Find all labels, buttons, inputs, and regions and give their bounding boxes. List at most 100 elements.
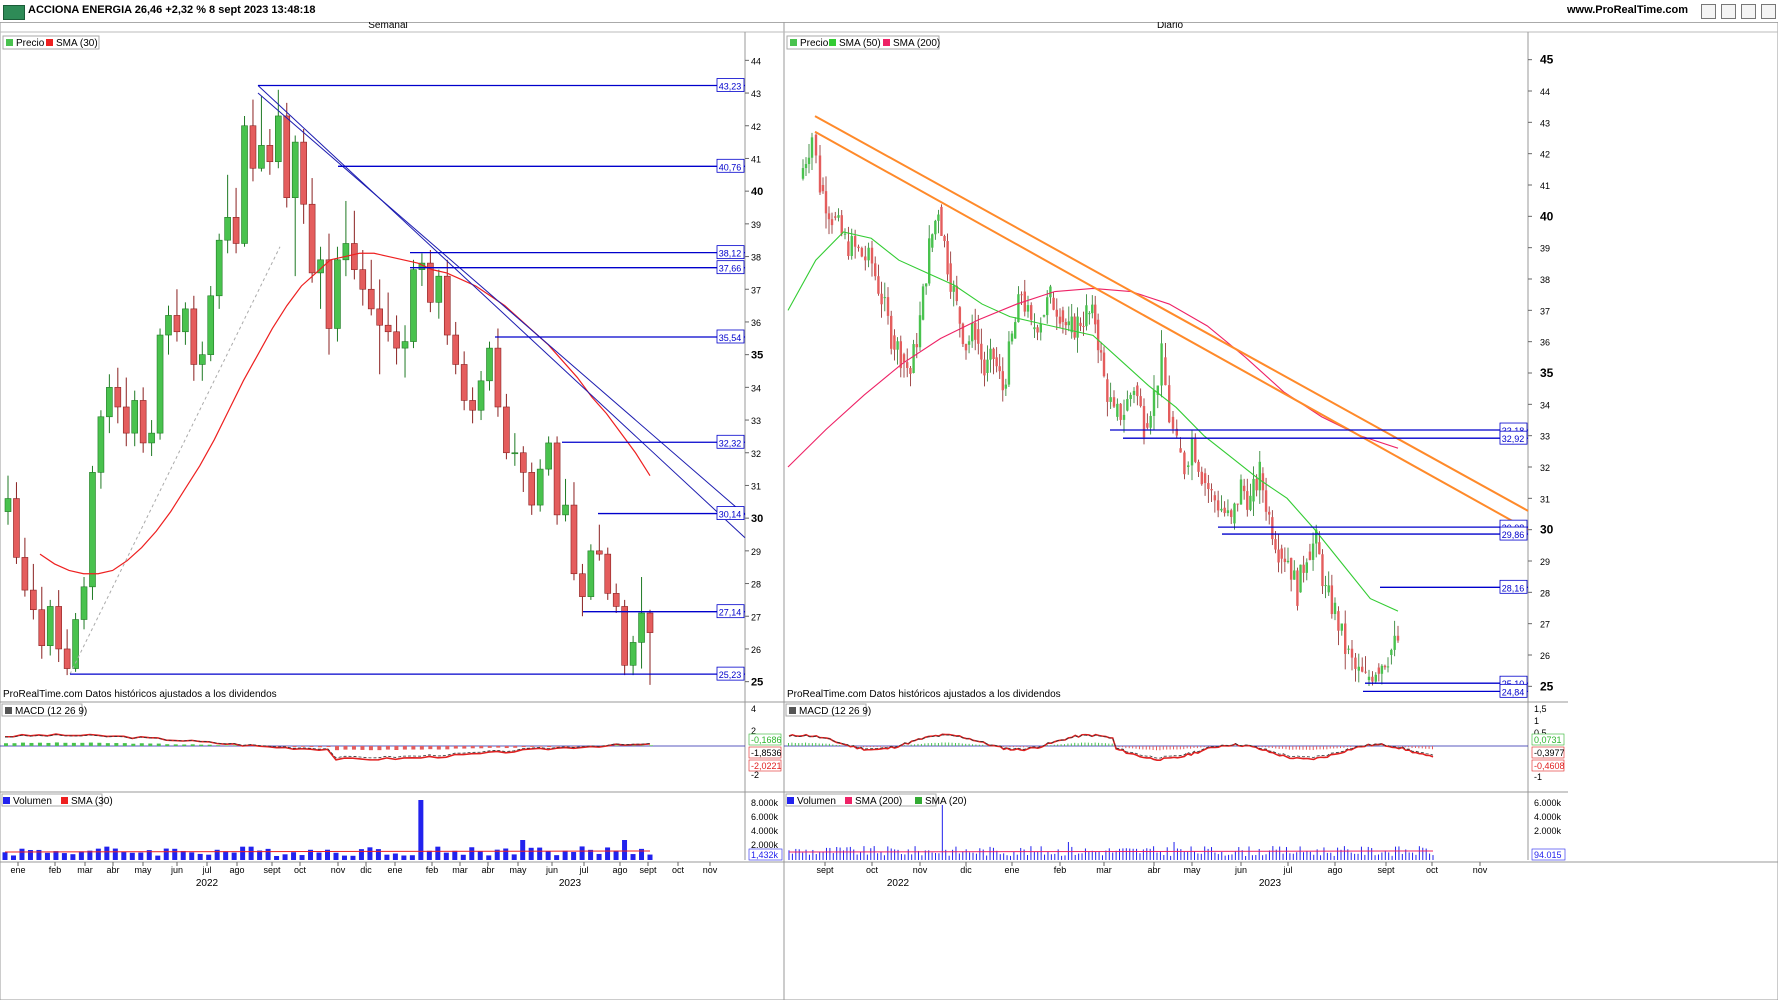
macd-histogram-bar — [1326, 746, 1328, 750]
macd-histogram-bar — [1132, 746, 1134, 749]
macd-histogram-bar — [1329, 746, 1331, 749]
right-y-tick-label: 34 — [1540, 400, 1550, 410]
daily-candle-body — [1020, 294, 1023, 296]
volume-bar — [1255, 854, 1257, 860]
macd-histogram-bar — [1322, 746, 1324, 750]
volume-bar — [223, 851, 229, 860]
volume-bar — [554, 855, 560, 860]
volume-bar — [911, 854, 913, 860]
macd-histogram-bar — [893, 746, 895, 747]
daily-candle-body — [1061, 310, 1065, 323]
daily-candle-body — [1252, 478, 1255, 502]
macd-histogram-bar — [309, 746, 314, 747]
daily-candle-body — [1116, 403, 1119, 417]
macd-histogram-bar — [808, 743, 810, 746]
candle-body — [604, 553, 612, 594]
daily-candle-body — [818, 155, 822, 193]
left-y-tick-label: 35 — [751, 350, 763, 362]
minimize-icon[interactable] — [1701, 4, 1716, 19]
daily-candle-body — [1286, 560, 1290, 563]
daily-candle-body — [992, 348, 995, 360]
left-month-label: sept — [263, 865, 281, 875]
macd-histogram-bar — [326, 746, 331, 748]
candle-body — [367, 288, 375, 310]
volume-bar — [1193, 851, 1195, 860]
daily-candle-body — [1119, 403, 1122, 420]
daily-candle-body — [958, 307, 962, 324]
candle-body — [21, 557, 29, 591]
volume-value-label: 94.015 — [1534, 850, 1562, 860]
price-level-label: 37,66 — [719, 264, 742, 274]
precio-legend-icon — [6, 39, 13, 46]
volume-bar — [1122, 848, 1124, 860]
macd-histogram-bar — [1118, 746, 1120, 748]
volume-bar — [975, 853, 977, 860]
daily-candle-body — [1183, 452, 1186, 475]
volume-bar — [1228, 854, 1230, 860]
volume-legend-item: Volumen — [797, 796, 836, 807]
daily-candle-body — [1374, 674, 1377, 682]
candle-body — [46, 606, 54, 646]
macd-histogram-bar — [649, 745, 653, 746]
macd-histogram-bar — [292, 746, 297, 747]
macd-histogram-bar — [1193, 746, 1195, 748]
macd-histogram-bar — [479, 746, 484, 749]
macd-histogram-bar — [832, 744, 834, 746]
daily-candle-body — [890, 315, 893, 349]
volume-bar — [1231, 854, 1233, 860]
macd-histogram-bar — [1397, 746, 1399, 747]
volume-bar — [1081, 853, 1083, 860]
restore-icon[interactable] — [1741, 4, 1756, 19]
volume-bar — [979, 848, 981, 860]
macd-histogram-bar — [941, 742, 943, 746]
volume-bar — [1095, 851, 1097, 860]
macd-tick-label: -1 — [1534, 772, 1542, 782]
daily-candle-body — [1132, 390, 1136, 395]
macd-histogram-bar — [29, 742, 34, 746]
candle-body — [545, 442, 552, 470]
daily-candle-body — [801, 168, 805, 179]
macd-histogram-bar — [1312, 746, 1314, 751]
site-link[interactable]: www.ProRealTime.com — [1567, 4, 1688, 16]
close-icon[interactable] — [1761, 4, 1776, 19]
daily-candle-body — [1129, 394, 1132, 400]
macd-histogram-bar — [88, 742, 93, 746]
daily-candle-body — [880, 293, 883, 305]
volume-bar — [367, 847, 373, 860]
daily-candle-body — [834, 216, 837, 218]
candle-body — [207, 295, 215, 355]
left-y-tick-label: 43 — [751, 89, 761, 99]
volume-bar — [805, 849, 807, 860]
volume-bar — [836, 847, 838, 860]
macd-histogram-bar — [1138, 746, 1140, 750]
candle-body — [469, 400, 476, 411]
chart-canvas: Semanal Diario 25 30 35 40 26 27 28 29 31 32 33 34 36 3… — [0, 22, 1778, 1000]
candle-body — [351, 243, 358, 270]
macd-histogram-bar — [1288, 746, 1290, 750]
right-panel-frame — [783, 22, 1778, 1000]
daily-candle-body — [1367, 676, 1371, 681]
candle-body — [579, 573, 586, 597]
volume-bar — [1108, 848, 1110, 860]
volume-bar — [435, 846, 441, 860]
macd-histogram-bar — [869, 746, 871, 748]
volume-bar — [914, 846, 916, 860]
daily-candle-body — [949, 263, 952, 292]
volume-legend-icon — [787, 797, 794, 804]
volume-bar — [1091, 850, 1093, 860]
volume-bar — [579, 846, 585, 860]
daily-candle-body — [1216, 500, 1220, 511]
maximize-icon[interactable] — [1721, 4, 1736, 19]
candle-body — [638, 612, 645, 643]
orange-trendline-lower — [814, 130, 1529, 531]
volume-bar — [958, 853, 960, 860]
macd-histogram-bar — [1234, 745, 1236, 746]
volume-bar — [70, 854, 76, 860]
macd-histogram-bar — [343, 746, 348, 750]
macd-histogram-bar — [1346, 746, 1348, 748]
volume-bar — [921, 855, 923, 860]
volume-bar — [61, 853, 67, 860]
daily-candle-body — [847, 241, 850, 256]
left-y-tick-label: 27 — [751, 612, 761, 622]
macd-histogram-bar — [975, 744, 977, 746]
